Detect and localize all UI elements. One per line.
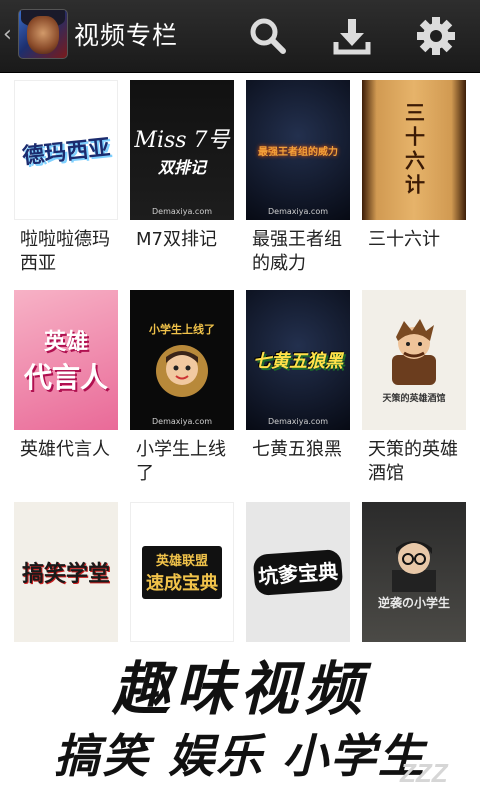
video-title: 小学生上线了 <box>136 439 226 484</box>
download-icon[interactable] <box>332 16 372 56</box>
video-thumbnail[interactable]: 德玛西亚 <box>14 80 118 220</box>
character-icon <box>392 318 436 385</box>
video-title: 最强王者组的威力 <box>252 229 342 274</box>
video-thumbnail[interactable]: 坑爹宝典 <box>246 502 350 642</box>
video-thumbnail[interactable]: 搞笑学堂 <box>14 502 118 642</box>
promo-banner: 趣味视频 搞笑 娱乐 小学生 ZZZ <box>0 648 480 800</box>
banner-headline: 趣味视频 <box>111 655 368 723</box>
page-title: 视频专栏 <box>74 21 179 50</box>
video-title: 英雄代言人 <box>20 439 110 460</box>
video-title: 三十六计 <box>368 229 440 250</box>
video-thumbnail[interactable]: 七黄五狼黑 Demaxiya.com <box>246 290 350 430</box>
video-thumbnail[interactable]: 小学生上线了 Demaxiya.com <box>130 290 234 430</box>
video-thumbnail[interactable]: 英雄联盟 速成宝典 <box>130 502 234 642</box>
video-thumbnail[interactable]: Miss 7号 双排记 Demaxiya.com <box>130 80 234 220</box>
character-icon <box>392 540 436 592</box>
video-thumbnail[interactable]: 最强王者组的威力 Demaxiya.com <box>246 80 350 220</box>
video-title: 天策的英雄酒馆 <box>368 439 458 484</box>
video-title: M7双排记 <box>136 229 217 250</box>
video-title: 啦啦啦德玛西亚 <box>20 229 110 274</box>
video-thumbnail[interactable]: 天策的英雄酒馆 <box>362 290 466 430</box>
back-chevron-icon[interactable]: ‹ <box>3 20 12 50</box>
top-bar: ‹ 视频专栏 <box>0 0 480 73</box>
gear-icon[interactable] <box>416 16 456 56</box>
video-thumbnail[interactable]: 三十六计 <box>362 80 466 220</box>
video-title: 七黄五狼黑 <box>252 439 342 460</box>
mascot-icon <box>156 345 208 397</box>
watermark-logo-icon: ZZZ <box>399 758 449 788</box>
video-grid: 德玛西亚 啦啦啦德玛西亚 Miss 7号 双排记 Demaxiya.com M7… <box>0 72 480 648</box>
svg-text:ZZZ: ZZZ <box>399 758 449 788</box>
video-thumbnail[interactable]: 逆袭の小学生 <box>362 502 466 642</box>
app-avatar-icon[interactable] <box>18 9 68 59</box>
video-thumbnail[interactable]: 英雄 代言人 <box>14 290 118 430</box>
search-icon[interactable] <box>248 16 288 56</box>
